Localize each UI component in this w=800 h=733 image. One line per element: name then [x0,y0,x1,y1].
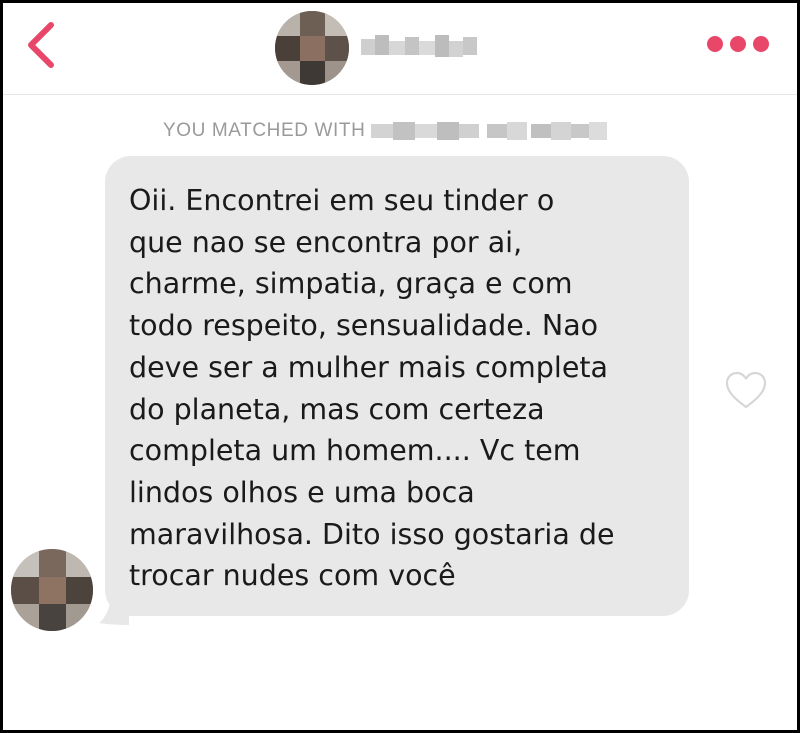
chevron-left-icon [28,22,54,68]
message-bubble[interactable]: Oii. Encontrei em seu tinder o que nao s… [105,156,689,616]
more-options-button[interactable] [703,27,773,61]
match-notice-label: YOU MATCHED WITH [163,120,366,141]
chat-header [3,3,797,95]
like-message-button[interactable] [724,369,768,413]
match-avatar[interactable] [275,11,349,85]
message-bubble-tail [99,591,129,625]
match-notice: YOU MATCHED WITH [163,117,608,145]
more-dots-icon [707,36,769,52]
match-notice-name-blurred [371,120,608,142]
match-name-blurred [361,31,477,61]
sender-avatar[interactable] [11,549,93,631]
back-button[interactable] [17,15,67,75]
heart-outline-icon [725,371,767,409]
chat-screen: YOU MATCHED WITH Oii. Encontrei em seu t… [0,0,800,733]
message-text: Oii. Encontrei em seu tinder o que nao s… [129,184,615,593]
